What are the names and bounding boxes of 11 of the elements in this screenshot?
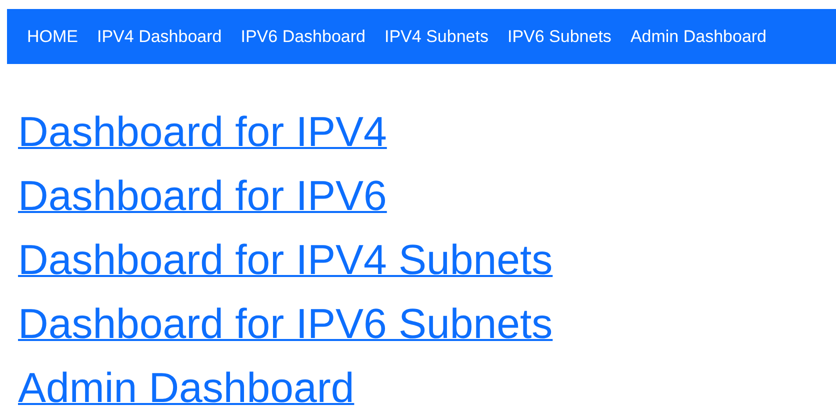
dashboard-link[interactable]: Dashboard for IPV4 (18, 100, 387, 164)
nav-link[interactable]: IPV4 Dashboard (97, 26, 222, 46)
nav-link[interactable]: Admin Dashboard (630, 26, 767, 46)
dashboard-link[interactable]: Dashboard for IPV6 Subnets (18, 292, 553, 356)
dashboard-link[interactable]: Admin Dashboard (18, 356, 354, 407)
nav-link[interactable]: IPV6 Dashboard (240, 26, 366, 46)
nav-link[interactable]: IPV6 Subnets (507, 26, 612, 46)
nav-link[interactable]: HOME (27, 26, 78, 46)
dashboard-link[interactable]: Dashboard for IPV4 Subnets (18, 228, 553, 292)
nav-link[interactable]: IPV4 Subnets (384, 26, 488, 46)
dashboard-link[interactable]: Dashboard for IPV6 (18, 164, 387, 228)
